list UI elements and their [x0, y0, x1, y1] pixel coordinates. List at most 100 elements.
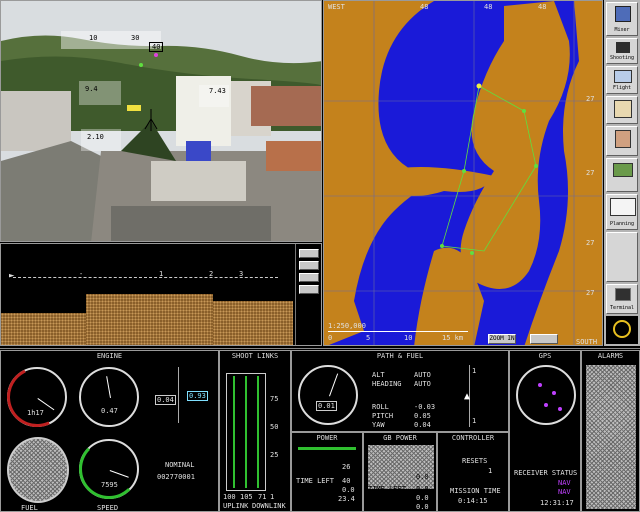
- speed-green-arc: [79, 439, 139, 499]
- speed-value: 7595: [101, 481, 118, 489]
- sidebar-terrain[interactable]: [606, 158, 638, 192]
- map-scale-tick-5: 5: [366, 334, 371, 342]
- waypoint-6[interactable]: [470, 251, 474, 255]
- map-scale-tick-0: 0: [328, 334, 333, 342]
- sun-icon: [613, 320, 631, 338]
- sat-2: [552, 391, 556, 395]
- roll-value: -0.03: [414, 403, 436, 411]
- receiver-status-2: NAV: [558, 488, 571, 496]
- alt-mode-value: AUTO: [414, 371, 431, 379]
- receiver-status-1: NAV: [558, 479, 571, 487]
- video-overlay-5: 7.43: [209, 87, 226, 95]
- alt-mode-label: ALT: [372, 371, 385, 379]
- waypoint-2[interactable]: [522, 109, 526, 113]
- sidebar-map-tool[interactable]: [606, 126, 638, 156]
- throttle-right-value: 0.93: [187, 391, 208, 401]
- sidebar-flight-label: Flight: [612, 85, 632, 91]
- sidebar-terminal-label: Terminal: [609, 305, 635, 311]
- gps-panel: GPS RECEIVER STATUS NAV NAV 12:31:17: [509, 350, 581, 512]
- sidebar-flight[interactable]: Flight: [606, 66, 638, 94]
- mission-time-value: 0:14:15: [458, 497, 488, 505]
- sidebar-clock-area: [606, 316, 638, 344]
- map-right-tick-1: 27: [586, 95, 595, 103]
- flight-title: PATH & FUEL: [376, 352, 424, 360]
- map-option-button[interactable]: [530, 334, 558, 344]
- terrain-profile-low: [1, 313, 86, 345]
- sidebar-terminal[interactable]: Terminal: [606, 284, 638, 314]
- sidebar-shooting[interactable]: Shooting: [606, 38, 638, 64]
- engine-gauge-rpm[interactable]: 1h17: [0, 358, 76, 436]
- app-sidebar: Mixer Shooting Flight Planning Terminal: [604, 0, 640, 346]
- waypoint-1[interactable]: [476, 83, 482, 89]
- power-row-3-value: 0.0: [342, 486, 355, 494]
- speed-gauge[interactable]: 7595: [79, 439, 139, 499]
- map-canvas[interactable]: [324, 1, 603, 346]
- camera-scene: [1, 1, 321, 241]
- power-row-1-value: 26: [342, 463, 351, 471]
- engine-counter: 002770001: [157, 473, 195, 481]
- map-panel[interactable]: WEST 48 48 48 27 27 27 27 1:250,000 0 5 …: [323, 0, 603, 346]
- profile-arrow-icon: ►: [9, 271, 15, 281]
- sidebar-navigation[interactable]: [606, 96, 638, 124]
- attitude-bottom-tick: 1: [472, 417, 477, 425]
- power-title: POWER: [316, 434, 338, 442]
- map-scale-tick-15: 15 km: [442, 334, 464, 342]
- profile-button-2[interactable]: [299, 261, 319, 270]
- map-top-tick-2: 48: [484, 3, 493, 11]
- sidebar-planning[interactable]: Planning: [606, 194, 638, 230]
- altitude-profile-panel[interactable]: ► - 1 2 3: [0, 243, 322, 346]
- sidebar-mixer-label: Mixer: [614, 27, 630, 33]
- fuel-gauge[interactable]: [7, 437, 69, 503]
- alarms-area[interactable]: [586, 365, 636, 509]
- sidebar-mixer[interactable]: Mixer: [606, 2, 638, 36]
- profile-button-4[interactable]: [299, 285, 319, 294]
- map-right-tick-4: 27: [586, 289, 595, 297]
- engine-title: ENGINE: [96, 352, 123, 360]
- power-bar: [298, 447, 356, 450]
- map-scale-bar: [328, 331, 468, 332]
- profile-button-3[interactable]: [299, 273, 319, 282]
- profile-button-1[interactable]: [299, 249, 319, 258]
- yaw-value: 0.04: [414, 421, 431, 429]
- video-overlay-4: 9.4: [85, 85, 98, 93]
- speed-label: SPEED: [97, 504, 119, 512]
- throttle-box[interactable]: 0.04 0.93: [151, 367, 213, 423]
- links-bar-3: [257, 376, 259, 488]
- engine-mode: NOMINAL: [165, 461, 195, 469]
- flight-panel: PATH & FUEL 0.01 ALT AUTO HEADING AUTO R…: [291, 350, 509, 432]
- links-scale-25: 25: [270, 451, 279, 459]
- gps-sky-plot[interactable]: [516, 365, 576, 425]
- planning-icon: [610, 198, 636, 216]
- waypoint-3[interactable]: [534, 164, 538, 168]
- engine-gauge-2[interactable]: 0.47: [79, 367, 139, 427]
- map-scale-tick-10: 10: [404, 334, 413, 342]
- video-overlay-3: 40: [149, 42, 164, 52]
- gauge2-value: 0.47: [101, 407, 118, 415]
- yaw-label: YAW: [372, 421, 385, 429]
- video-panel[interactable]: 10 30 40 9.4 7.43 2.10: [0, 0, 322, 242]
- heading-gauge[interactable]: 0.01: [298, 365, 358, 425]
- zoom-in-button[interactable]: ZOOM IN: [488, 334, 516, 344]
- links-panel: SHOOT LINKS 75 50 25 100 105 71 1 UPLINK…: [219, 350, 291, 512]
- sidebar-shooting-label: Shooting: [609, 55, 635, 61]
- receiver-status-title: RECEIVER STATUS: [514, 469, 578, 477]
- links-scale-75: 75: [270, 395, 279, 403]
- waypoint-4[interactable]: [462, 169, 466, 173]
- terrain-icon: [613, 163, 633, 177]
- gps-time: 12:31:17: [540, 499, 574, 507]
- heading-mode-value: AUTO: [414, 380, 431, 388]
- sat-4: [558, 407, 562, 411]
- links-bottom-2: 105: [240, 493, 253, 501]
- links-bottom-3: 71: [258, 493, 267, 501]
- waypoint-5[interactable]: [440, 244, 444, 248]
- attitude-indicator[interactable]: 1 ▲ 1: [442, 365, 498, 427]
- attitude-top-tick: 1: [472, 367, 477, 375]
- sidebar-planning-label: Planning: [609, 221, 635, 227]
- links-bar-1: [233, 376, 235, 488]
- sat-1: [538, 383, 542, 387]
- video-overlay-1: 10: [89, 34, 98, 42]
- links-bar-2: [245, 376, 247, 488]
- links-scale-50: 50: [270, 423, 279, 431]
- map-right-tick-3: 27: [586, 239, 595, 247]
- sidebar-empty[interactable]: [606, 232, 638, 282]
